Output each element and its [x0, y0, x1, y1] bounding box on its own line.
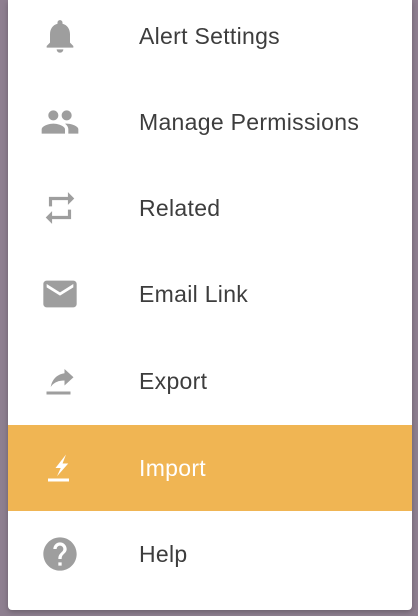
- help-icon: [40, 534, 80, 574]
- menu-item-label: Alert Settings: [139, 22, 280, 49]
- import-icon: [40, 448, 80, 488]
- menu-item-export[interactable]: Export: [8, 338, 412, 424]
- menu-item-label: Related: [139, 194, 221, 221]
- menu-item-label: Help: [139, 540, 188, 567]
- menu-item-manage-permissions[interactable]: Manage Permissions: [8, 79, 412, 165]
- menu-item-label: Email Link: [139, 280, 249, 307]
- people-icon: [40, 102, 80, 142]
- menu-item-alert-settings[interactable]: Alert Settings: [8, 0, 412, 79]
- menu-item-import[interactable]: Import: [8, 425, 412, 511]
- menu-item-label: Export: [139, 367, 208, 394]
- bell-icon: [40, 16, 80, 56]
- context-menu: Alert Settings Manage Permissions Relate…: [8, 0, 412, 610]
- envelope-icon: [40, 274, 80, 314]
- menu-item-label: Import: [139, 454, 206, 481]
- share-arrow-icon: [40, 361, 80, 401]
- menu-item-email-link[interactable]: Email Link: [8, 251, 412, 337]
- menu-item-help[interactable]: Help: [8, 511, 412, 597]
- menu-item-label: Manage Permissions: [139, 108, 360, 135]
- repeat-icon: [40, 188, 80, 228]
- menu-item-related[interactable]: Related: [8, 165, 412, 251]
